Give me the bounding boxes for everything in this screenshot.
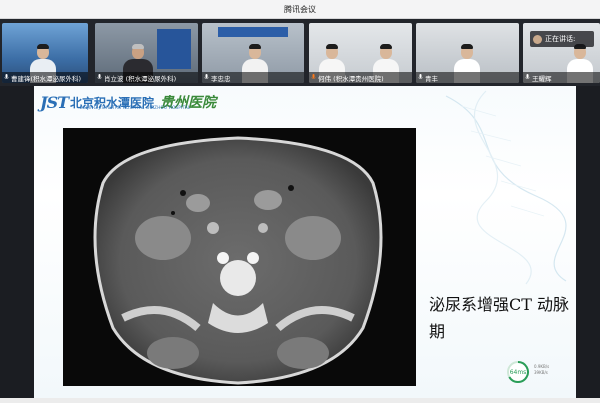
- microphone-icon[interactable]: [4, 74, 9, 81]
- dna-decoration: [445, 90, 567, 285]
- participant-caption: 肖立波 (积水潭泌尿外科): [95, 72, 198, 83]
- participant-caption: 曹建锋(积水潭泌尿外科): [2, 72, 88, 83]
- participant-caption: 青丰: [416, 72, 519, 83]
- speaking-indicator: 正在讲话:: [530, 31, 594, 47]
- window-titlebar: 腾讯会议: [0, 0, 600, 19]
- participant-name: 肖立波 (积水潭泌尿外科): [104, 74, 177, 83]
- participant-name: 曹建锋(积水潭泌尿外科): [11, 74, 82, 83]
- participant-tile[interactable]: 肖立波 (积水潭泌尿外科): [95, 23, 198, 83]
- slide-caption: 泌尿系增强CT 动脉期: [429, 295, 570, 341]
- participant-name: 李忠忠: [211, 74, 231, 83]
- participant-tile[interactable]: 曹建锋(积水潭泌尿外科): [2, 23, 88, 83]
- participant-caption: 王耀辉: [523, 72, 600, 83]
- logo-subtitle: BEIJING JISHUITAN HOSPITAL GUIZHOU HOSPI…: [80, 105, 191, 110]
- network-speed: 0.9KB/s 39KB/s: [534, 364, 549, 376]
- microphone-icon[interactable]: [418, 74, 423, 81]
- microphone-icon[interactable]: [97, 74, 102, 81]
- participant-tile[interactable]: 青丰: [416, 23, 519, 83]
- latency-value: 64ms: [509, 368, 527, 376]
- presentation-slide: JST 北京积水潭医院 贵州医院 BEIJING JISHUITAN HOSPI…: [34, 86, 576, 398]
- participant-tile[interactable]: 何伟 (积水潭贵州医院): [309, 23, 412, 83]
- download-speed: 39KB/s: [534, 370, 548, 375]
- participant-strip: 曹建锋(积水潭泌尿外科) 肖立波 (积水潭泌尿外科) 李忠忠 何伟 (积水潭贵州…: [0, 19, 600, 86]
- participant-name: 青丰: [425, 74, 438, 83]
- participant-caption: 何伟 (积水潭贵州医院): [309, 72, 412, 83]
- ct-scan-graphic: [93, 136, 383, 385]
- window-title: 腾讯会议: [284, 4, 316, 14]
- speaking-label: 正在讲话:: [545, 35, 576, 43]
- bottom-bar: [0, 398, 600, 403]
- participant-name: 王耀辉: [532, 74, 552, 83]
- background-banner: [218, 27, 288, 37]
- microphone-icon[interactable]: [204, 74, 209, 81]
- participant-name: 何伟 (积水潭贵州医院): [318, 74, 384, 83]
- participant-tile[interactable]: 李忠忠: [202, 23, 304, 83]
- ct-scan-image: [63, 128, 416, 386]
- participant-tile[interactable]: 正在讲话: 王耀辉: [523, 23, 600, 83]
- shared-screen: JST 北京积水潭医院 贵州医院 BEIJING JISHUITAN HOSPI…: [0, 86, 600, 403]
- hospital-logo: JST 北京积水潭医院 贵州医院: [40, 90, 216, 114]
- background-banner: [157, 29, 191, 69]
- participant-caption: 李忠忠: [202, 72, 304, 83]
- speaker-avatar: [533, 34, 542, 44]
- microphone-icon[interactable]: [311, 74, 316, 81]
- microphone-icon[interactable]: [525, 74, 530, 81]
- logo-mark: JST: [40, 92, 69, 112]
